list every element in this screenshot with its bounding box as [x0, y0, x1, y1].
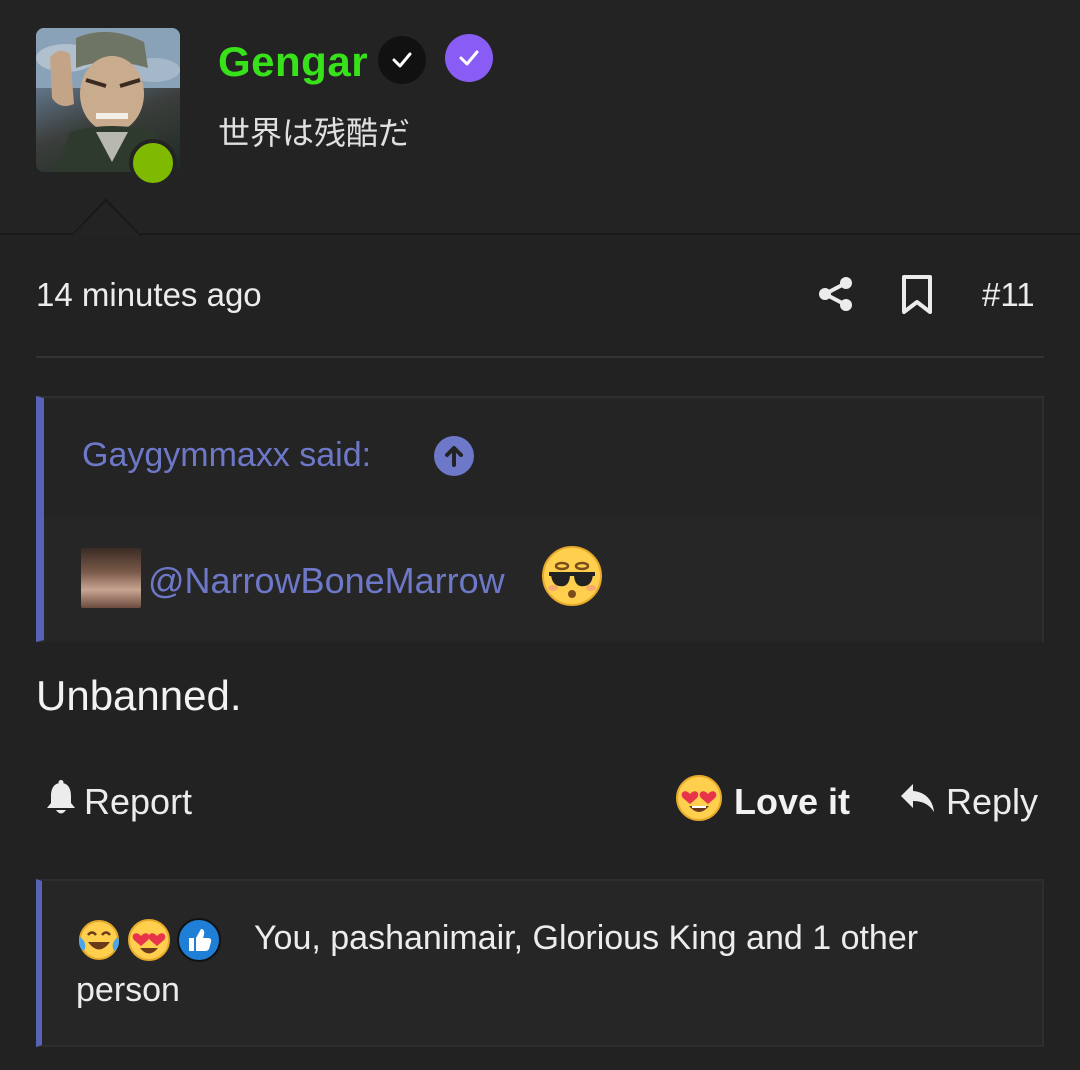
mention-avatar[interactable]	[81, 548, 141, 608]
thumbs-up-icon	[176, 917, 222, 968]
post-number-link[interactable]: #11	[982, 276, 1035, 314]
user-mention-link[interactable]: @NarrowBoneMarrow	[148, 560, 505, 602]
arrow-up-icon[interactable]	[434, 436, 474, 476]
sunglasses-flushed-emoji	[540, 544, 604, 613]
heart-eyes-emoji	[674, 773, 724, 832]
quote-author-link[interactable]: Gaygymmaxx said:	[82, 436, 371, 475]
header-pointer-inner	[72, 202, 140, 236]
share-icon[interactable]	[816, 274, 856, 319]
author-user-title: 世界は残酷だ	[218, 114, 411, 152]
crying-laughing-emoji	[76, 917, 122, 968]
online-status-indicator	[129, 139, 177, 187]
reply-label: Reply	[946, 781, 1039, 822]
reply-arrow-icon	[898, 781, 936, 824]
quote-block: Gaygymmaxx said: @NarrowBoneMarrow	[36, 396, 1044, 642]
quote-content: @NarrowBoneMarrow	[44, 516, 1042, 642]
love-it-button[interactable]: Love it	[674, 774, 851, 826]
reaction-icons	[76, 917, 222, 968]
author-username[interactable]: Gengar	[218, 38, 368, 86]
bell-icon	[44, 779, 78, 826]
meta-divider	[36, 356, 1044, 358]
post-author-header: Gengar 世界は残酷だ	[0, 0, 1080, 235]
bookmark-icon[interactable]	[900, 274, 934, 321]
post-message: Unbanned.	[36, 672, 242, 719]
report-button[interactable]: Report	[44, 779, 193, 826]
quote-header: Gaygymmaxx said:	[44, 398, 1042, 516]
reactions-summary[interactable]: You, pashanimair, Glorious King and 1 ot…	[36, 879, 1044, 1047]
heart-eyes-emoji	[126, 917, 172, 968]
reactions-users-line1[interactable]: You, pashanimair, Glorious King and 1 ot…	[254, 919, 918, 958]
report-label: Report	[84, 781, 193, 822]
verified-black-icon	[378, 36, 426, 84]
love-it-label: Love it	[734, 781, 851, 822]
reactions-users-line2[interactable]: person	[76, 971, 180, 1010]
post-timestamp[interactable]: 14 minutes ago	[36, 276, 262, 314]
verified-purple-icon	[445, 34, 493, 82]
reply-button[interactable]: Reply	[898, 780, 1038, 824]
